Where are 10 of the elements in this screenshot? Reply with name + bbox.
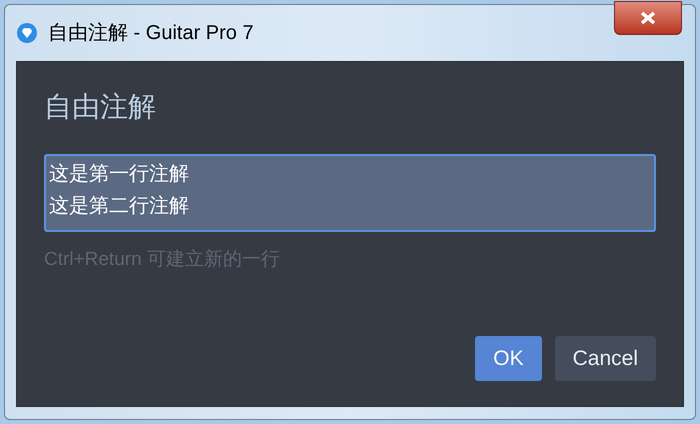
cancel-button[interactable]: Cancel <box>554 336 656 381</box>
close-icon <box>639 11 657 25</box>
annotation-line: 这是第二行注解 <box>49 194 189 219</box>
close-button[interactable] <box>614 1 682 35</box>
window-title: 自由注解 - Guitar Pro 7 <box>48 21 254 46</box>
dialog-heading: 自由注解 <box>44 89 157 125</box>
ok-button[interactable]: OK <box>475 336 542 381</box>
annotation-field[interactable]: 这是第一行注解 这是第二行注解 <box>44 154 656 232</box>
app-logo-icon <box>16 22 38 44</box>
annotation-line: 这是第一行注解 <box>49 162 189 187</box>
